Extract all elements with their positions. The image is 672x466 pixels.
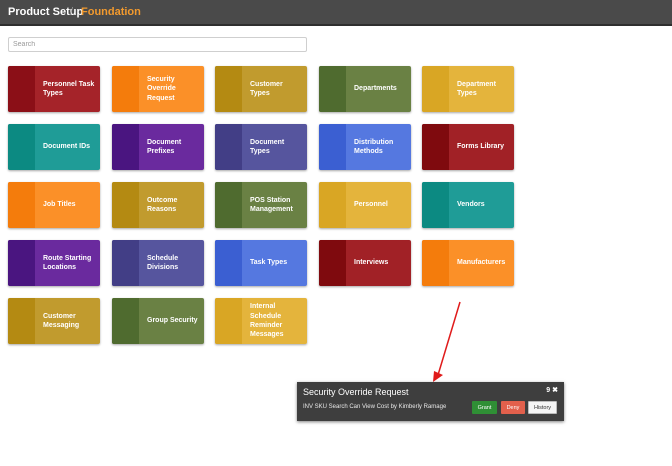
grant-button[interactable]: Grant	[472, 401, 497, 414]
popup-count: 9 ✖	[546, 386, 558, 394]
close-icon[interactable]: ✖	[552, 387, 558, 394]
request-count: 9	[546, 387, 551, 394]
history-button[interactable]: History	[528, 401, 557, 414]
security-override-popup: Security Override Request 9 ✖ INV SKU Se…	[297, 382, 564, 421]
popup-message: INV SKU Search Can View Cost by Kimberly…	[303, 404, 447, 410]
deny-button[interactable]: Deny	[501, 401, 525, 414]
popup-title: Security Override Request	[303, 387, 409, 397]
